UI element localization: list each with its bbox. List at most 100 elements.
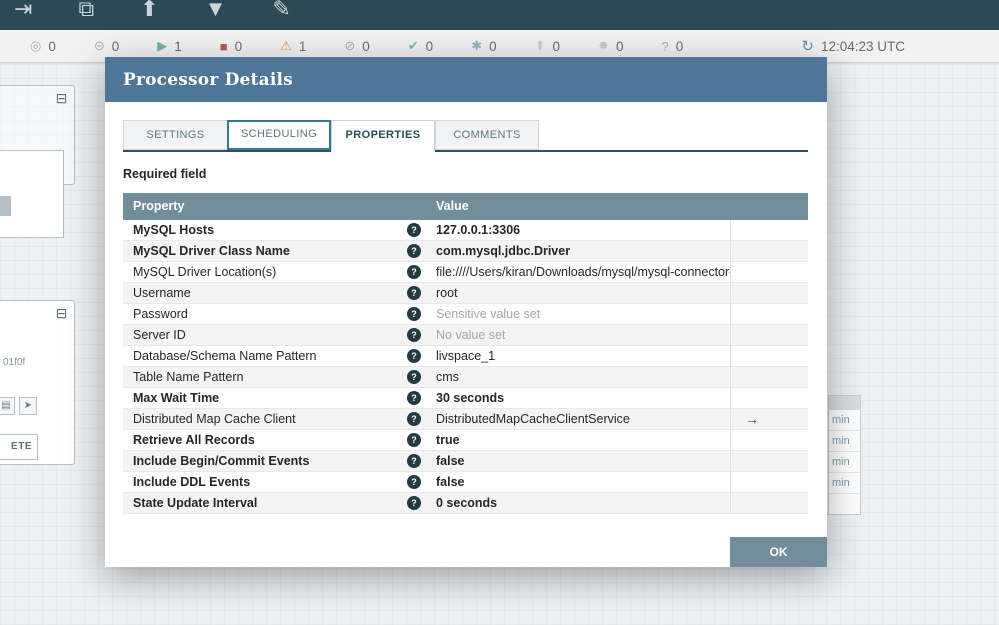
- status-running: ▶1: [157, 38, 182, 54]
- invalid-count: 1: [299, 39, 307, 54]
- help-icon[interactable]: ?: [407, 454, 421, 468]
- property-name: Include Begin/Commit Events: [133, 451, 309, 471]
- row-actions-cell: [730, 262, 808, 282]
- property-value[interactable]: livspace_1: [430, 346, 730, 366]
- property-value[interactable]: DistributedMapCacheClientService: [430, 409, 730, 429]
- row-actions-cell: [730, 325, 808, 345]
- last-refresh-time: 12:04:23 UTC: [821, 39, 905, 54]
- property-value[interactable]: 30 seconds: [430, 388, 730, 408]
- property-column-header: Property: [123, 193, 430, 220]
- disabled-count: 0: [362, 39, 370, 54]
- group-id-fragment: 01f0f: [3, 357, 25, 368]
- remote-transmitting-count: 0: [48, 39, 56, 54]
- property-cell: Include Begin/Commit Events?: [123, 451, 430, 471]
- property-cell: Username?: [123, 283, 430, 303]
- property-row: Include DDL Events?false: [123, 472, 808, 493]
- process-group-inner[interactable]: [0, 150, 64, 238]
- delete-button-fragment[interactable]: ETE: [0, 434, 38, 460]
- property-row: MySQL Hosts? 127.0.0.1:3306: [123, 220, 808, 241]
- property-cell: State Update Interval?: [123, 493, 430, 513]
- tab-scheduling[interactable]: SCHEDULING: [227, 120, 331, 150]
- remote-not-transmitting-count: 0: [112, 39, 120, 54]
- property-row: Include Begin/Commit Events?false: [123, 451, 808, 472]
- property-cell: Database/Schema Name Pattern?: [123, 346, 430, 366]
- tab-comments[interactable]: COMMENTS: [435, 120, 539, 150]
- funnel-icon[interactable]: ▼: [205, 0, 227, 22]
- row-actions-cell: →: [730, 409, 808, 429]
- property-cell: MySQL Driver Location(s)?: [123, 262, 430, 282]
- panel-row-fragment: min: [829, 410, 860, 431]
- help-icon[interactable]: ?: [407, 475, 421, 489]
- ok-button[interactable]: OK: [730, 537, 827, 567]
- property-name: MySQL Hosts: [133, 220, 214, 240]
- template-icon[interactable]: ⬆: [140, 0, 158, 22]
- required-field-label: Required field: [123, 167, 808, 181]
- tab-properties[interactable]: PROPERTIES: [331, 120, 435, 152]
- go-to-service-icon[interactable]: →: [731, 411, 759, 427]
- property-row: Max Wait Time?30 seconds: [123, 388, 808, 409]
- help-icon[interactable]: ?: [407, 244, 421, 258]
- mini-button[interactable]: ▤: [0, 397, 15, 415]
- refresh-control[interactable]: ↻ 12:04:23 UTC: [801, 37, 905, 55]
- status-up-to-date: ✔0: [408, 38, 433, 54]
- remote-transmitting-icon: ◎: [30, 38, 41, 54]
- property-value[interactable]: false: [430, 472, 730, 492]
- remote-not-transmitting-icon: ⊝: [94, 38, 105, 54]
- property-cell: Retrieve All Records?: [123, 430, 430, 450]
- help-icon[interactable]: ?: [407, 265, 421, 279]
- tab-settings[interactable]: SETTINGS: [123, 120, 227, 150]
- running-count: 1: [174, 39, 182, 54]
- property-name: Database/Schema Name Pattern: [133, 346, 316, 366]
- collapse-group-icon[interactable]: ⊟: [54, 91, 69, 106]
- property-cell: Distributed Map Cache Client?: [123, 409, 430, 429]
- help-icon[interactable]: ?: [407, 433, 421, 447]
- input-port-icon[interactable]: ⇥: [14, 0, 32, 22]
- dialog-header: Processor Details: [105, 57, 827, 102]
- help-icon[interactable]: ?: [407, 496, 421, 510]
- panel-row-fragment: min: [829, 431, 860, 452]
- refresh-icon[interactable]: ↻: [801, 37, 814, 55]
- value-column-header: Value: [430, 193, 808, 220]
- property-cell: Server ID?: [123, 325, 430, 345]
- label-icon[interactable]: ✎: [272, 0, 290, 22]
- row-actions-cell: [730, 304, 808, 324]
- property-value[interactable]: root: [430, 283, 730, 303]
- locally-modified-stale-icon: ✸: [598, 38, 609, 54]
- status-sync-failure: ?0: [661, 39, 683, 54]
- help-icon[interactable]: ?: [407, 307, 421, 321]
- up-to-date-icon: ✔: [408, 38, 419, 54]
- help-icon[interactable]: ?: [407, 391, 421, 405]
- dialog-tabs: SETTINGSSCHEDULINGPROPERTIESCOMMENTS: [123, 120, 808, 152]
- help-icon[interactable]: ?: [407, 328, 421, 342]
- processor-details-dialog: Processor Details SETTINGSSCHEDULINGPROP…: [105, 57, 827, 567]
- property-value[interactable]: false: [430, 451, 730, 471]
- property-row: MySQL Driver Class Name? com.mysql.jdbc.D…: [123, 241, 808, 262]
- property-name: MySQL Driver Class Name: [133, 241, 290, 261]
- property-name: Username: [133, 283, 191, 303]
- property-value[interactable]: file:////Users/kiran/Downloads/mysql/mys…: [430, 262, 730, 282]
- process-group-icon[interactable]: ⧉: [78, 0, 94, 22]
- property-value[interactable]: 0 seconds: [430, 493, 730, 513]
- property-value[interactable]: 127.0.0.1:3306: [430, 220, 730, 240]
- status-stopped: ■0: [220, 39, 242, 54]
- property-name: Table Name Pattern: [133, 367, 243, 387]
- running-icon: ▶: [157, 38, 167, 54]
- property-value[interactable]: Sensitive value set: [430, 304, 730, 324]
- property-value[interactable]: com.mysql.jdbc.Driver: [430, 241, 730, 261]
- status-disabled: ⊘0: [344, 38, 369, 54]
- property-row: MySQL Driver Location(s)?file:////Users/…: [123, 262, 808, 283]
- status-stale: ⬆0: [535, 38, 560, 54]
- status-remote-transmitting: ◎0: [30, 38, 56, 54]
- status-remote-not-transmitting: ⊝0: [94, 38, 119, 54]
- property-value[interactable]: cms: [430, 367, 730, 387]
- up-to-date-count: 0: [426, 39, 434, 54]
- help-icon[interactable]: ?: [407, 349, 421, 363]
- property-value[interactable]: true: [430, 430, 730, 450]
- help-icon[interactable]: ?: [407, 370, 421, 384]
- help-icon[interactable]: ?: [407, 223, 421, 237]
- collapse-group-icon[interactable]: ⊟: [54, 306, 69, 321]
- property-value[interactable]: No value set: [430, 325, 730, 345]
- help-icon[interactable]: ?: [407, 286, 421, 300]
- help-icon[interactable]: ?: [407, 412, 421, 426]
- mini-button[interactable]: ➤: [19, 397, 37, 415]
